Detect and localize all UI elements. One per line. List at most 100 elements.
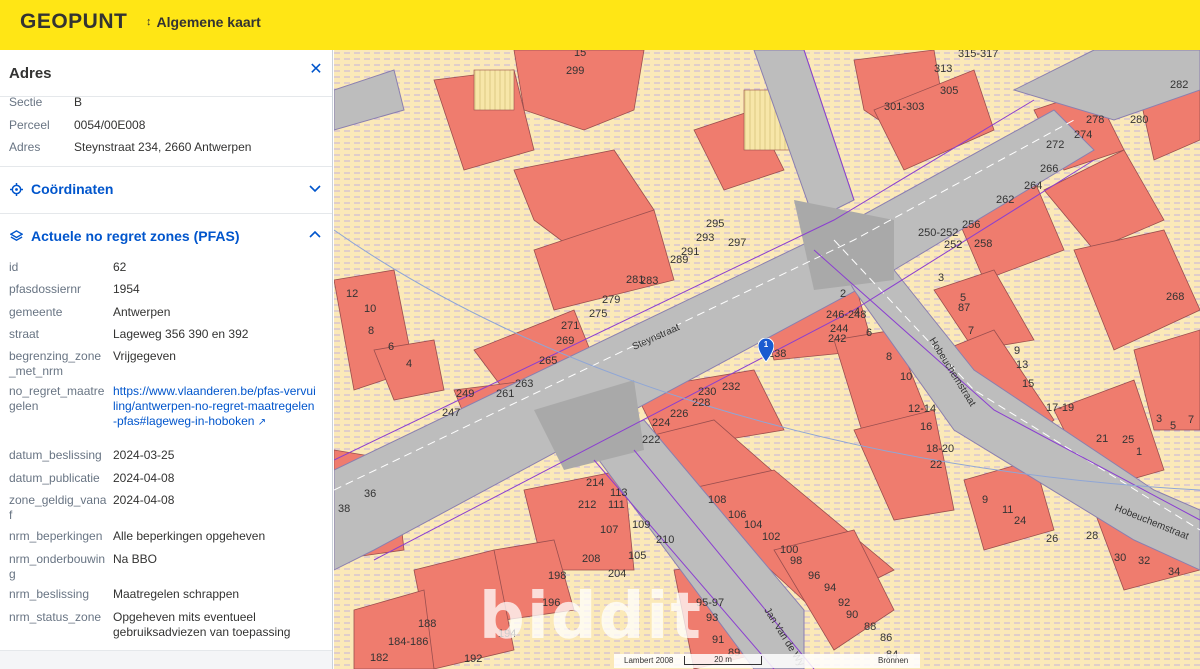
parcel-number: 222 — [642, 434, 660, 446]
parcel-number: 6 — [866, 327, 872, 339]
parcel-number: 275 — [589, 308, 607, 320]
chevron-down-icon[interactable] — [308, 181, 322, 195]
field-key: nrm_beslissing — [9, 587, 90, 601]
field-key: pfasdossiernr — [9, 282, 82, 296]
pfas-label: Actuele no regret zones (PFAS) — [31, 228, 240, 244]
field-key: nrm_status_zone — [9, 610, 102, 624]
sources-link[interactable]: Bronnen — [878, 656, 908, 665]
parcel-number: 210 — [656, 534, 674, 546]
field-key: nrm_beperkingen — [9, 529, 103, 543]
field-key: zone_geldig_vanaf — [9, 493, 107, 522]
parcel-number: 108 — [708, 494, 726, 506]
brand-logo[interactable]: GEOPUNT — [20, 10, 127, 34]
scale-bar: Lambert 2008 20 m Bronnen — [614, 654, 920, 668]
parcel-number: 36 — [364, 488, 376, 500]
watermark: biddit — [479, 580, 703, 654]
panel-footer — [0, 650, 332, 669]
close-icon[interactable]: ✕ — [304, 58, 328, 82]
parcel-number: 6 — [388, 341, 394, 353]
address-row: Sectie B — [9, 94, 329, 110]
parcel-number: 26 — [1046, 533, 1058, 545]
info-panel: Adres ✕ Sectie B Perceel 0054/00E008 Adr… — [0, 50, 333, 669]
field-key: begrenzing_zone_met_nrm — [9, 349, 102, 378]
chevron-up-down-icon: ↕ — [146, 15, 152, 28]
field-value: Alle beperkingen opgeheven — [113, 529, 266, 543]
parcel-number: 16 — [920, 421, 932, 433]
parcel-number: 281 — [626, 274, 644, 286]
parcel-number: 22 — [930, 459, 942, 471]
field-value: Na BBO — [113, 552, 158, 566]
parcel-number: 204 — [608, 568, 626, 580]
field-key: datum_publicatie — [9, 471, 100, 485]
parcel-number: 313 — [934, 63, 952, 75]
pfas-section-title[interactable]: Actuele no regret zones (PFAS) — [10, 228, 239, 244]
parcel-number: 21 — [1096, 433, 1108, 445]
parcel-number: 105 — [628, 550, 646, 562]
panel-header: Adres ✕ — [0, 50, 332, 97]
parcel-number: 279 — [602, 294, 620, 306]
parcel-number: 182 — [370, 652, 388, 664]
location-marker[interactable]: 1 — [757, 337, 775, 363]
field-key: id — [9, 260, 19, 274]
parcel-number: 249 — [456, 388, 474, 400]
parcel-number: 12 — [346, 288, 358, 300]
coordinates-section[interactable]: Coördinaten — [0, 166, 332, 213]
parcel-number: 15 — [574, 50, 586, 59]
parcel-number: 224 — [652, 417, 670, 429]
field-key: Adres — [9, 140, 41, 154]
address-row: Perceel 0054/00E008 — [9, 117, 329, 133]
parcel-number: 282 — [1170, 79, 1188, 91]
parcel-number: 3 — [1156, 413, 1162, 425]
map-selector[interactable]: ↕ Algemene kaart — [146, 14, 261, 30]
parcel-number: 293 — [696, 232, 714, 244]
field-value: Antwerpen — [113, 305, 171, 319]
parcel-number: 242 — [828, 333, 846, 345]
parcel-number: 268 — [1166, 291, 1184, 303]
field-key: datum_beslissing — [9, 448, 102, 462]
address-row: Adres Steynstraat 234, 2660 Antwerpen — [9, 139, 329, 155]
parcel-number: 299 — [566, 65, 584, 77]
chevron-up-icon[interactable] — [308, 228, 322, 242]
parcel-number: 1 — [1136, 446, 1142, 458]
field-value: B — [74, 95, 83, 109]
parcel-number: 9 — [982, 494, 988, 506]
parcel-number: 10 — [364, 303, 376, 315]
external-link-icon: ↗ — [257, 417, 267, 428]
parcel-number: 96 — [808, 570, 820, 582]
parcel-number: 266 — [1040, 163, 1058, 175]
field-key: no_regret_maatregelen — [9, 384, 105, 413]
parcel-number: 274 — [1074, 129, 1092, 141]
parcel-number: 315-317 — [958, 50, 998, 60]
parcel-number: 246-248 — [826, 309, 866, 321]
parcel-number: 34 — [1168, 566, 1180, 578]
parcel-number: 256 — [962, 219, 980, 231]
parcel-number: 90 — [846, 609, 858, 621]
parcel-number: 305 — [940, 85, 958, 97]
parcel-number: 87 — [958, 302, 970, 314]
pfas-link[interactable]: https://www.vlaanderen.be/pfas-vervuilin… — [113, 384, 318, 430]
parcel-number: 11 — [1002, 504, 1013, 516]
field-value: Maatregelen schrappen — [113, 587, 240, 601]
projection-label: Lambert 2008 — [624, 656, 674, 665]
parcel-number: 18-20 — [926, 443, 954, 455]
parcel-number: 38 — [338, 503, 350, 515]
parcel-number: 109 — [632, 519, 650, 531]
parcel-number: 111 — [608, 499, 625, 511]
parcel-number: 91 — [712, 634, 724, 646]
map-canvas[interactable]: Steynstraat Hobeuchemstraat Hobeuchemstr… — [334, 50, 1200, 669]
coordinates-label: Coördinaten — [31, 181, 114, 197]
parcel-number: 262 — [996, 194, 1014, 206]
parcel-number: 226 — [670, 408, 688, 420]
parcel-number: 28 — [1086, 530, 1098, 542]
field-key: gemeente — [9, 305, 63, 319]
parcel-number: 250-252 — [918, 227, 958, 239]
crosshair-icon — [10, 182, 23, 196]
parcel-number: 280 — [1130, 114, 1148, 126]
top-bar: GEOPUNT ↕ Algemene kaart — [0, 0, 1200, 50]
parcel-number: 208 — [582, 553, 600, 565]
parcel-number: 13 — [1016, 359, 1028, 371]
parcel-number: 88 — [864, 621, 876, 633]
parcel-number: 295 — [706, 218, 724, 230]
coordinates-section-title[interactable]: Coördinaten — [10, 181, 113, 197]
parcel-number: 3 — [938, 272, 944, 284]
